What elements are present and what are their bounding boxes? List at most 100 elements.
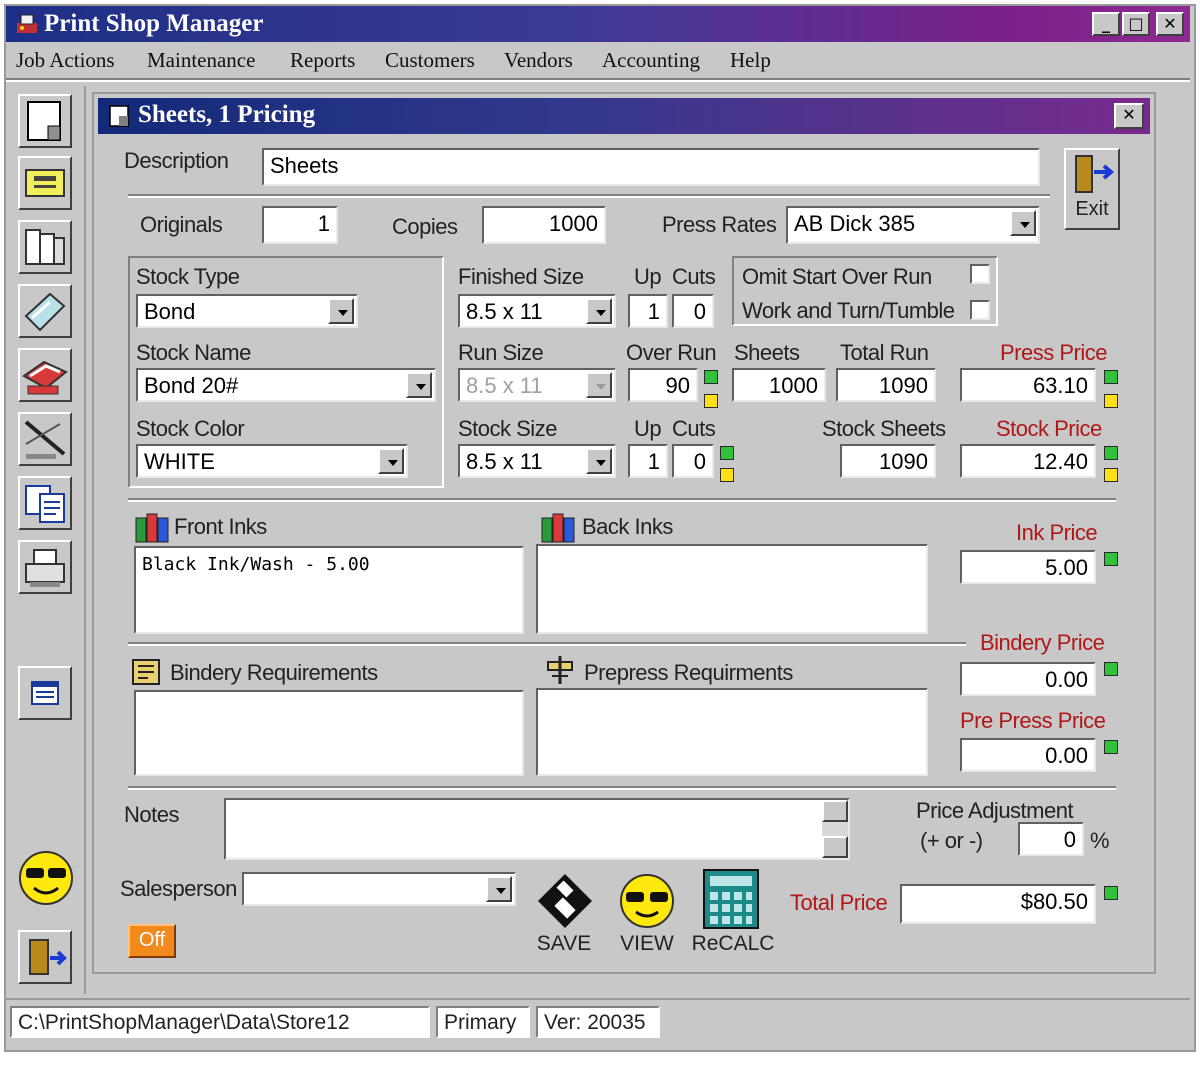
- menu-maintenance[interactable]: Maintenance: [147, 48, 255, 73]
- chevron-down-icon[interactable]: [586, 298, 612, 324]
- save-button[interactable]: SAVE: [534, 872, 594, 962]
- window-title: Print Shop Manager: [44, 10, 264, 37]
- originals-input[interactable]: 1: [262, 206, 338, 244]
- status-version: Ver: 20035: [536, 1006, 660, 1038]
- chevron-down-icon[interactable]: [406, 372, 432, 398]
- menu-help[interactable]: Help: [730, 48, 771, 73]
- press-price-indicator-yellow[interactable]: [1104, 394, 1118, 408]
- estimate-icon[interactable]: [18, 284, 72, 338]
- finished-up-input[interactable]: 1: [628, 294, 668, 328]
- menu-vendors[interactable]: Vendors: [504, 48, 573, 73]
- work-and-turn-checkbox[interactable]: [970, 300, 990, 320]
- total-run-input[interactable]: 1090: [836, 368, 936, 402]
- stock-size-select[interactable]: 8.5 x 11: [458, 444, 616, 478]
- price-adjustment-input[interactable]: 0: [1018, 822, 1084, 856]
- chevron-down-icon: [586, 372, 612, 398]
- finished-size-select[interactable]: 8.5 x 11: [458, 294, 616, 328]
- pen-icon[interactable]: [18, 412, 72, 466]
- press-price-input[interactable]: 63.10: [960, 368, 1096, 402]
- pricing-close-button[interactable]: ✕: [1114, 103, 1144, 129]
- press-rates-select[interactable]: AB Dick 385: [786, 206, 1040, 244]
- prepress-icon: [547, 656, 573, 684]
- stock-size-label: Stock Size: [458, 416, 557, 441]
- stock-color-select[interactable]: WHITE: [136, 444, 408, 478]
- sunglasses-face-icon[interactable]: [16, 848, 76, 908]
- back-inks-list[interactable]: [536, 544, 928, 634]
- stock-cuts-input[interactable]: 0: [672, 444, 714, 478]
- maximize-button[interactable]: □: [1122, 12, 1150, 36]
- prepress-requirements-list[interactable]: [536, 688, 928, 776]
- front-inks-list[interactable]: Black Ink/Wash - 5.00: [134, 546, 524, 634]
- run-size-select: 8.5 x 11: [458, 368, 616, 402]
- total-price-indicator-green[interactable]: [1104, 886, 1118, 900]
- off-button[interactable]: Off: [128, 924, 176, 958]
- menu-job-actions[interactable]: Job Actions: [16, 48, 115, 73]
- stock-sheets-input[interactable]: 1090: [840, 444, 936, 478]
- chevron-down-icon[interactable]: [586, 448, 612, 474]
- finished-cuts-input[interactable]: 0: [672, 294, 714, 328]
- exit-door-icon[interactable]: [18, 930, 72, 984]
- stock-name-select[interactable]: Bond 20#: [136, 368, 436, 402]
- salesperson-label: Salesperson: [120, 876, 237, 901]
- prepress-price-label: Pre Press Price: [960, 708, 1106, 733]
- originals-label: Originals: [140, 212, 223, 237]
- scroll-up-icon[interactable]: [822, 800, 848, 822]
- ink-price-indicator-green[interactable]: [1104, 552, 1118, 566]
- files-icon[interactable]: [18, 220, 72, 274]
- over-run-indicator-yellow[interactable]: [704, 394, 718, 408]
- pricing-title: Sheets, 1 Pricing: [138, 101, 316, 128]
- over-run-indicator-green[interactable]: [704, 370, 718, 384]
- notes-scrollbar[interactable]: [822, 800, 848, 858]
- status-mode: Primary: [436, 1006, 530, 1038]
- scroll-down-icon[interactable]: [822, 836, 848, 858]
- notes-input[interactable]: [224, 798, 850, 860]
- view-button[interactable]: VIEW: [614, 872, 680, 962]
- total-price-input[interactable]: $80.50: [900, 884, 1096, 924]
- recalc-label: ReCALC: [691, 932, 775, 955]
- printer-icon[interactable]: [18, 348, 72, 402]
- stock-up-input[interactable]: 1: [628, 444, 668, 478]
- chevron-down-icon[interactable]: [328, 298, 354, 324]
- stock-name-label: Stock Name: [136, 340, 251, 365]
- fax-icon[interactable]: [18, 540, 72, 594]
- copies-input[interactable]: 1000: [482, 206, 606, 244]
- recalc-button[interactable]: ReCALC: [690, 868, 776, 962]
- menu-accounting[interactable]: Accounting: [602, 48, 700, 73]
- prepress-price-input[interactable]: 0.00: [960, 738, 1096, 772]
- menu-customers[interactable]: Customers: [385, 48, 475, 73]
- salesperson-select[interactable]: [242, 872, 516, 906]
- bindery-requirements-label: Bindery Requirements: [170, 660, 378, 685]
- minimize-button[interactable]: _: [1092, 12, 1120, 36]
- new-job-icon[interactable]: [18, 94, 72, 148]
- finished-up-label: Up: [634, 264, 662, 289]
- bindery-price-input[interactable]: 0.00: [960, 662, 1096, 696]
- description-input[interactable]: Sheets: [262, 148, 1040, 186]
- chevron-down-icon[interactable]: [1010, 210, 1036, 236]
- stock-price-input[interactable]: 12.40: [960, 444, 1096, 478]
- menu-reports[interactable]: Reports: [290, 48, 355, 73]
- calendar-icon[interactable]: [18, 666, 72, 720]
- bindery-requirements-list[interactable]: [134, 690, 524, 776]
- stock-cuts-indicator-yellow[interactable]: [720, 468, 734, 482]
- price-adjustment-sublabel: (+ or -): [920, 828, 983, 853]
- stock-price-indicator-green[interactable]: [1104, 446, 1118, 460]
- bindery-price-indicator-green[interactable]: [1104, 662, 1118, 676]
- copy-icon[interactable]: [18, 476, 72, 530]
- window-titlebar[interactable]: Print Shop Manager _ □ ✕: [6, 6, 1190, 42]
- ink-price-input[interactable]: 5.00: [960, 550, 1096, 584]
- sheets-input[interactable]: 1000: [732, 368, 826, 402]
- job-ticket-icon[interactable]: [18, 156, 72, 210]
- chevron-down-icon[interactable]: [486, 876, 512, 902]
- stock-type-select[interactable]: Bond: [136, 294, 358, 328]
- close-button[interactable]: ✕: [1156, 12, 1184, 36]
- prepress-price-indicator-green[interactable]: [1104, 740, 1118, 754]
- chevron-down-icon[interactable]: [378, 448, 404, 474]
- exit-button[interactable]: Exit: [1064, 148, 1120, 230]
- over-run-input[interactable]: 90: [628, 368, 698, 402]
- pricing-titlebar[interactable]: Sheets, 1 Pricing ✕: [98, 98, 1150, 134]
- stock-price-indicator-yellow[interactable]: [1104, 468, 1118, 482]
- omit-start-over-run-checkbox[interactable]: [970, 264, 990, 284]
- press-price-indicator-green[interactable]: [1104, 370, 1118, 384]
- stock-cuts-indicator-green[interactable]: [720, 446, 734, 460]
- bindery-icon: [132, 659, 160, 685]
